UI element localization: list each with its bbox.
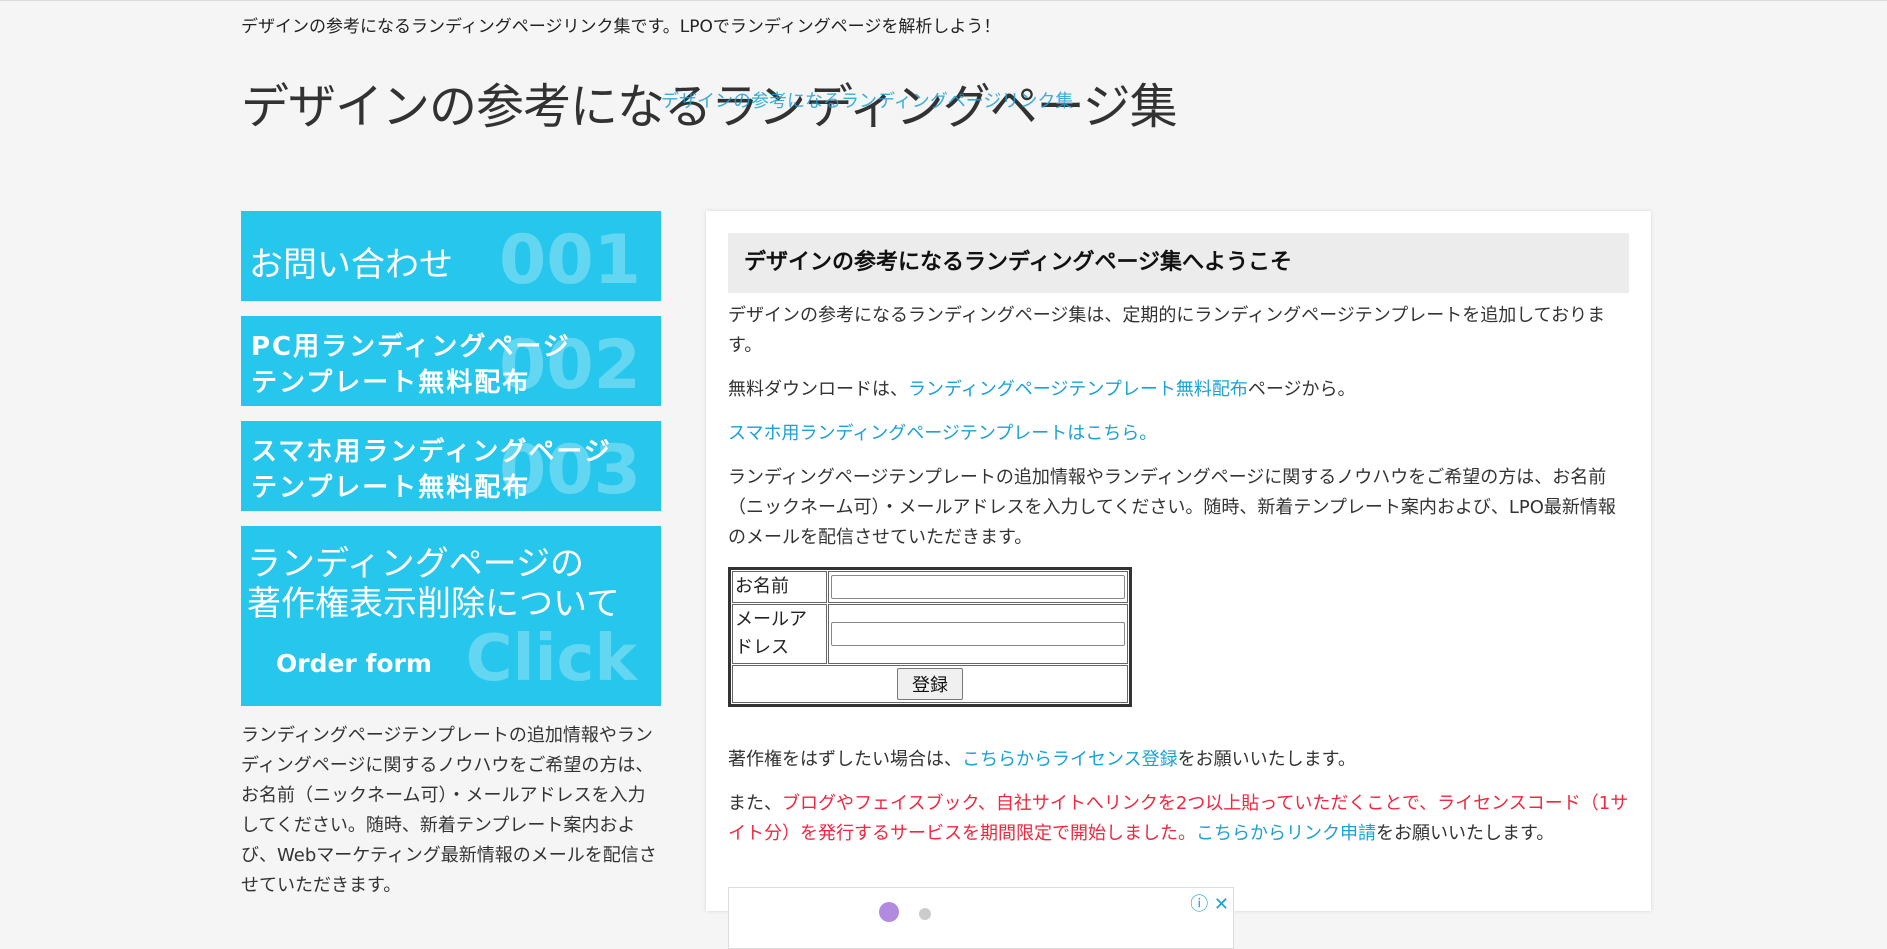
banner-label: お問い合わせ [249, 245, 453, 285]
smartphone-template-banner[interactable]: 003 スマホ用ランディングページ テンプレート無料配布 [241, 421, 661, 511]
banner-label: 著作権表示削除について [247, 584, 620, 624]
email-label: メールアドレス [732, 604, 827, 664]
name-cell [828, 571, 1128, 603]
name-label: お名前 [732, 571, 827, 603]
ad-banner[interactable]: ⓘ ✕ [728, 887, 1234, 949]
promo-suffix: をお願いいたします。 [1376, 823, 1555, 844]
promo-paragraph: また、ブログやフェイスブック、自社サイトへリンクを2つ以上貼っていただくことで、… [728, 789, 1629, 849]
banner-label: テンプレート無料配布 [251, 368, 531, 398]
ad-logo-icon [879, 902, 899, 922]
site-tagline: デザインの参考になるランディングページリンク集です。LPOでランディングページを… [241, 17, 1001, 37]
top-border [0, 0, 1887, 1]
banner-label: Order form [276, 649, 432, 678]
site-logo[interactable]: デザインの参考になるランディングページ集 デザインの参考になるランディングページ… [241, 75, 1178, 139]
logo-link[interactable]: デザインの参考になるランディングページリンク集 [661, 87, 1073, 113]
download-prefix: 無料ダウンロードは、 [728, 379, 908, 400]
ad-dot-icon [919, 908, 931, 920]
main-content: デザインの参考になるランディングページ集へようこそ デザインの参考になるランディ… [706, 211, 1651, 949]
ad-close-icon[interactable]: ⓘ ✕ [1190, 890, 1229, 916]
sidebar: 001 お問い合わせ 002 PC用ランディングページ テンプレート無料配布 0… [241, 211, 661, 901]
intro-text: デザインの参考になるランディングページ集は、定期的にランディングページテンプレー… [728, 305, 1606, 356]
signup-form: お名前 メールアドレス 登録 [728, 567, 1132, 707]
promo-prefix: また、 [728, 793, 782, 814]
smartphone-link[interactable]: スマホ用ランディングページテンプレートはこちら。 [728, 423, 1157, 444]
download-suffix: ページから。 [1247, 379, 1356, 400]
signup-text: ランディングページテンプレートの追加情報やランディングページに関するノウハウをご… [728, 467, 1616, 548]
copyright-paragraph: 著作権をはずしたい場合は、こちらからライセンス登録をお願いいたします。 [728, 745, 1629, 775]
register-button[interactable]: 登録 [897, 668, 963, 700]
sidebar-signup-text: ランディングページテンプレートの追加情報やランディングページに関するノウハウをご… [241, 725, 657, 896]
pc-template-banner[interactable]: 002 PC用ランディングページ テンプレート無料配布 [241, 316, 661, 406]
banner-number: 001 [499, 221, 641, 300]
smartphone-paragraph: スマホ用ランディングページテンプレートはこちら。 [728, 419, 1629, 449]
banner-label: スマホ用ランディングページ [251, 437, 612, 467]
banner-label: PC用ランディングページ [251, 332, 571, 362]
banner-label: テンプレート無料配布 [251, 473, 531, 503]
license-register-link[interactable]: こちらからライセンス登録 [962, 749, 1178, 770]
download-link[interactable]: ランディングページテンプレート無料配布 [908, 379, 1248, 400]
email-cell [828, 604, 1128, 664]
submit-row: 登録 [732, 665, 1128, 703]
copyright-removal-banner[interactable]: Click ランディングページの 著作権表示削除について Order form [241, 526, 661, 706]
download-paragraph: 無料ダウンロードは、ランディングページテンプレート無料配布ページから。 [728, 375, 1629, 405]
link-apply-link[interactable]: こちらからリンク申請 [1196, 823, 1376, 844]
copyright-prefix: 著作権をはずしたい場合は、 [728, 749, 962, 770]
email-input[interactable] [831, 622, 1125, 646]
contact-banner[interactable]: 001 お問い合わせ [241, 211, 661, 301]
name-input[interactable] [831, 575, 1125, 599]
banner-number: Click [465, 622, 637, 696]
copyright-suffix: をお願いいたします。 [1177, 749, 1356, 770]
page-title: デザインの参考になるランディングページ集へようこそ [728, 233, 1629, 293]
